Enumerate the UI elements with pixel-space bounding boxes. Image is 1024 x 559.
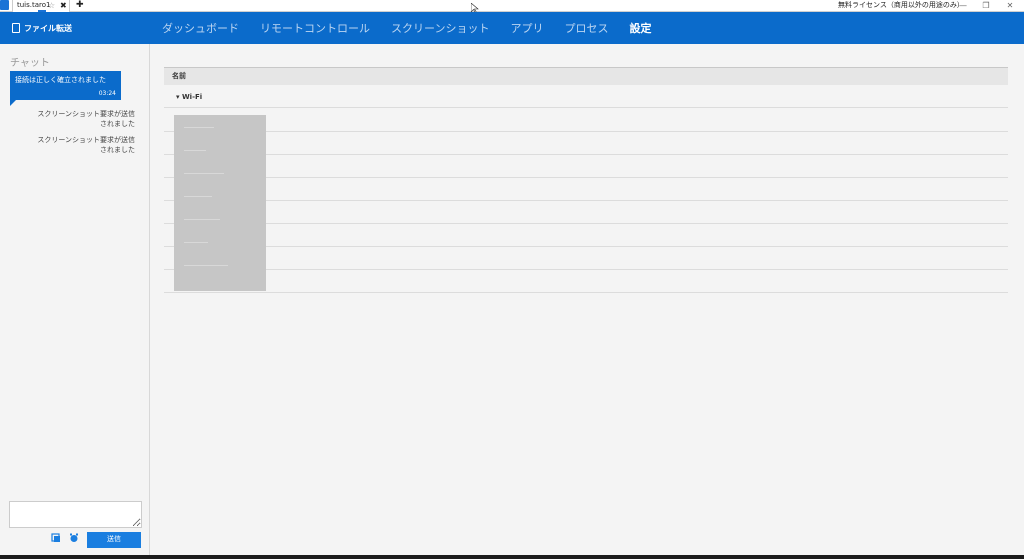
chat-message-line: スクリーンショット要求が送信	[37, 136, 135, 144]
redacted-line	[184, 150, 206, 151]
wifi-group-row[interactable]: ▾ Wi-Fi	[164, 89, 1008, 108]
redacted-network-list	[174, 115, 266, 291]
redacted-line	[184, 219, 220, 220]
send-button[interactable]: 送信	[87, 532, 141, 548]
chat-message: スクリーンショット要求が送信 されました	[30, 135, 135, 155]
chat-bubble-text: 接続は正しく確立されました	[15, 76, 106, 84]
expand-triangle-icon: ▾	[176, 93, 180, 101]
table-header-name[interactable]: 名前	[164, 68, 1008, 85]
title-bar: tuis.taro1 ☆ ✖ ✚ 無料ライセンス（商用以外の用途のみ） — ❐ …	[0, 0, 1024, 12]
redacted-line	[184, 127, 214, 128]
wifi-group-label: Wi-Fi	[181, 93, 203, 101]
table-row-divider	[164, 177, 1008, 178]
tab-label: tuis.taro1	[17, 1, 51, 9]
table-row-divider	[164, 131, 1008, 132]
redacted-line	[184, 242, 208, 243]
table-row-divider	[164, 292, 1008, 293]
main-navigation: ファイル転送 ダッシュボード リモートコントロール スクリーンショット アプリ …	[0, 12, 1024, 44]
chat-message-line: スクリーンショット要求が送信	[37, 110, 135, 118]
tab-close-icon[interactable]: ✖	[60, 0, 67, 11]
tab-dashboard[interactable]: ダッシュボード	[162, 20, 239, 36]
table-row-divider	[164, 246, 1008, 247]
tab-processes[interactable]: プロセス	[564, 20, 608, 36]
restore-button[interactable]: ❐	[980, 0, 992, 11]
redacted-line	[184, 265, 228, 266]
chat-message-input[interactable]	[9, 501, 142, 528]
nav-tabs: ダッシュボード リモートコントロール スクリーンショット アプリ プロセス 設定	[162, 12, 672, 44]
redacted-line	[184, 196, 212, 197]
new-tab-plus-icon[interactable]: ✚	[76, 0, 84, 10]
chat-title: チャット	[10, 58, 50, 69]
tab-settings[interactable]: 設定	[629, 20, 651, 36]
screenshot-attach-icon[interactable]	[51, 533, 61, 543]
minimize-button[interactable]: —	[957, 0, 969, 11]
table-row-divider	[164, 269, 1008, 270]
chat-bubble-connected: 接続は正しく確立されました 03:24	[10, 71, 121, 100]
chat-message-line: されました	[100, 120, 135, 128]
table-row-divider	[164, 154, 1008, 155]
column-name-label: 名前	[172, 72, 186, 80]
chat-bubble-time: 03:24	[98, 90, 116, 97]
table-row-divider	[164, 223, 1008, 224]
file-transfer-label: ファイル転送	[24, 23, 72, 33]
chat-bubble-tail	[10, 100, 16, 106]
file-transfer-button[interactable]: ファイル転送	[12, 12, 72, 44]
chat-message-line: されました	[100, 146, 135, 154]
tab-apps[interactable]: アプリ	[510, 20, 543, 36]
license-text: 無料ライセンス（商用以外の用途のみ）	[838, 1, 964, 9]
chat-message: スクリーンショット要求が送信 されました	[30, 109, 135, 129]
tab-screenshot[interactable]: スクリーンショット	[391, 20, 489, 36]
close-window-button[interactable]: ✕	[1004, 0, 1016, 11]
app-logo-icon	[0, 0, 9, 10]
redacted-line	[184, 173, 224, 174]
table-row-divider	[164, 200, 1008, 201]
favorite-star-icon[interactable]: ☆	[48, 0, 55, 11]
chat-sidebar: チャット 接続は正しく確立されました 03:24 スクリーンショット要求が送信 …	[0, 44, 150, 555]
tab-remote-control[interactable]: リモートコントロール	[260, 20, 370, 36]
taskbar	[0, 555, 1024, 559]
alarm-bell-icon[interactable]	[69, 533, 79, 543]
file-transfer-icon	[12, 23, 20, 33]
settings-panel: 名前 ▾ Wi-Fi	[151, 44, 1024, 555]
